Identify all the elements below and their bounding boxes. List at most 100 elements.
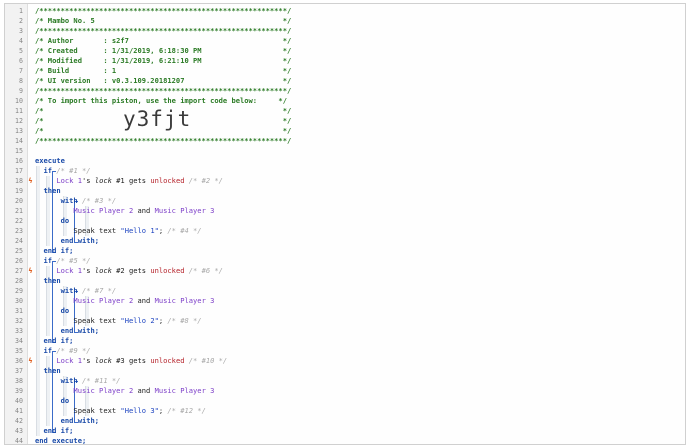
line-text: /* UI version : v0.3.109.20181207 */ (35, 76, 291, 86)
line-text: end if; (35, 426, 74, 436)
line-number: 10 (15, 97, 23, 105)
token-kw: do (35, 396, 70, 405)
line-text: /* Author : s2f7 */ (35, 36, 291, 46)
line-text: Speak text "Hello 1"; /* #4 */ (35, 226, 202, 236)
line-number: 6 (19, 57, 23, 65)
line-number: 17 (15, 167, 23, 175)
code-line: 6 /* Modified : 1/31/2019, 6:21:10 PM */ (5, 56, 685, 66)
token-dev: Lock 1 (35, 266, 82, 275)
token-kw: end if; (35, 426, 74, 435)
token-header: /* Created : 1/31/2019, 6:18:30 PM */ (35, 46, 292, 55)
line-number: 15 (15, 147, 23, 155)
line-number: 20 (15, 197, 23, 205)
token-header: /***************************************… (35, 26, 292, 35)
code-line: 27 ϟ Lock 1's lock #2 gets unlocked /* #6… (5, 266, 685, 276)
line-number: 14 (15, 137, 23, 145)
token-kw: end with; (35, 326, 100, 335)
line-number: 27 (15, 267, 23, 275)
token-header: /* Build : 1 */ (35, 66, 292, 75)
token-cmt: /* #4 */ (167, 226, 202, 235)
token-plain: and (133, 296, 155, 305)
line-text: then (35, 366, 61, 376)
code-line: 7 /* Build : 1 */ (5, 66, 685, 76)
line-text: /***************************************… (35, 86, 291, 96)
token-plain: 's (81, 176, 95, 185)
line-text: execute (35, 156, 65, 166)
line-text: do (35, 216, 70, 226)
line-number: 8 (19, 77, 23, 85)
line-number: 25 (15, 247, 23, 255)
line-number: 16 (15, 157, 23, 165)
token-dev: Music Player 2 (35, 206, 134, 215)
code-line: 28 then (5, 276, 685, 286)
token-dev: Music Player 2 (35, 386, 134, 395)
line-text: end with; (35, 236, 99, 246)
code-line: 3 /**************************************… (5, 26, 685, 36)
code-line: 20 with /* #3 */ (5, 196, 685, 206)
line-number: 34 (15, 337, 23, 345)
line-text: /***************************************… (35, 26, 291, 36)
line-number: 1 (19, 7, 23, 15)
token-plain: 's (81, 356, 95, 365)
token-dev: Lock 1 (35, 176, 82, 185)
token-cmt: /* #9 */ (56, 346, 91, 355)
code-line: 38 with /* #11 */ (5, 376, 685, 386)
code-line: 42 end with; (5, 416, 685, 426)
token-cmt: /* #5 */ (56, 256, 91, 265)
token-kw: if (35, 256, 57, 265)
token-kw: with (35, 196, 82, 205)
token-kw: then (35, 276, 61, 285)
line-text: /* */ (35, 126, 291, 136)
code-line: 26 if /* #5 */ (5, 256, 685, 266)
code-line: 21 Music Player 2 and Music Player 3 (5, 206, 685, 216)
token-kw: with (35, 286, 82, 295)
lightning-bolt-icon: ϟ (28, 357, 33, 365)
line-number: 13 (15, 127, 23, 135)
line-text: /***************************************… (35, 136, 291, 146)
line-number: 37 (15, 367, 23, 375)
token-kw: end execute; (35, 436, 87, 445)
code-line: 25 end if; (5, 246, 685, 256)
line-number: 33 (15, 327, 23, 335)
line-text: end execute; (35, 436, 87, 445)
line-text: Music Player 2 and Music Player 3 (35, 296, 214, 306)
line-number: 38 (15, 377, 23, 385)
line-number: 30 (15, 297, 23, 305)
code-line: 1 /**************************************… (5, 6, 685, 16)
line-text: do (35, 306, 70, 316)
token-cmt: /* #1 */ (56, 166, 91, 175)
token-kw: end if; (35, 246, 74, 255)
code-line: 41 Speak text "Hello 3"; /* #12 */ (5, 406, 685, 416)
line-text: Speak text "Hello 2"; /* #8 */ (35, 316, 201, 326)
token-attr: lock (94, 266, 112, 275)
token-cmt: /* #12 */ (167, 406, 206, 415)
token-kw: then (35, 366, 61, 375)
line-text: end with; (35, 416, 99, 426)
token-plain: Speak text (35, 226, 121, 235)
token-attr: lock (94, 176, 112, 185)
line-number: 23 (15, 227, 23, 235)
code-line: 11/* */ (5, 106, 685, 116)
code-line: 16 execute (5, 156, 685, 166)
code-line: 13 /* */ (5, 126, 685, 136)
line-number: 39 (15, 387, 23, 395)
code-line: 30 Music Player 2 and Music Player 3 (5, 296, 685, 306)
line-text: /* Mambo No. 5 */ (35, 16, 291, 26)
line-number: 42 (15, 417, 23, 425)
line-text: Music Player 2 and Music Player 3 (35, 386, 214, 396)
line-text: /***************************************… (35, 6, 291, 16)
token-attr: lock (94, 356, 112, 365)
token-plain: Speak text (35, 406, 121, 415)
line-text: with /* #11 */ (35, 376, 121, 386)
line-text: /* Build : 1 */ (35, 66, 291, 76)
line-text: Speak text "Hello 3"; /* #12 */ (35, 406, 206, 416)
token-kw: execute (35, 156, 65, 165)
code-line: 5 /* Created : 1/31/2019, 6:18:30 PM */ (5, 46, 685, 56)
token-val: unlocked (150, 356, 185, 365)
code-line: 17 if /* #1 */ (5, 166, 685, 176)
code-line: 35 if /* #9 */ (5, 346, 685, 356)
code-line: 34 end if; (5, 336, 685, 346)
line-number: 26 (15, 257, 23, 265)
line-number: 22 (15, 217, 23, 225)
line-number: 24 (15, 237, 23, 245)
